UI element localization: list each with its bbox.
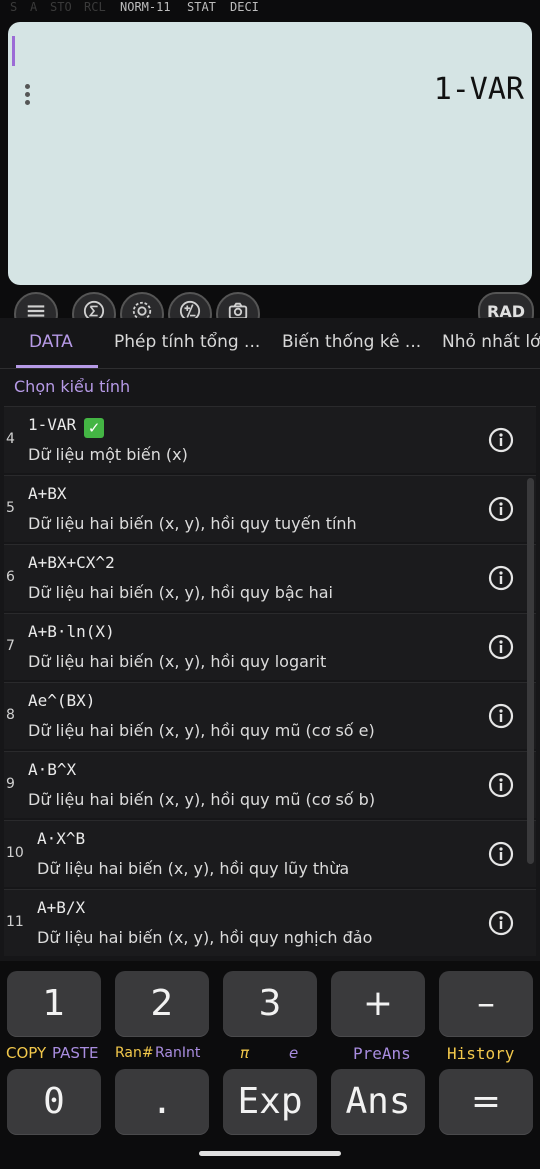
info-icon[interactable] (488, 565, 514, 591)
tab-minmax[interactable]: Nhỏ nhất lớ (442, 332, 540, 352)
key-ans[interactable]: Ans (331, 1069, 425, 1135)
keypad: 1 2 3 + – COPY PASTE Ran# RanInt π e Pre… (0, 961, 540, 1169)
info-icon[interactable] (488, 496, 514, 522)
mode-title: A·B^X (28, 760, 77, 779)
more-options-icon[interactable] (24, 84, 32, 108)
status-norm: NORM-11 (120, 0, 171, 14)
info-icon[interactable] (488, 634, 514, 660)
sigma-icon[interactable] (72, 292, 116, 318)
toolbar: RAD (0, 290, 540, 318)
calculator-display[interactable]: 1-VAR (8, 22, 532, 285)
mode-row-1var[interactable]: 4 1-VAR ✓ Dữ liệu một biến (x) (4, 406, 536, 473)
key-equals[interactable]: = (439, 1069, 533, 1135)
mode-description: Dữ liệu hai biến (x, y), hồi quy logarit (28, 652, 327, 671)
status-deci: DECI (230, 0, 259, 14)
mode-description: Dữ liệu hai biến (x, y), hồi quy mũ (cơ … (28, 790, 376, 809)
secondary-copy: COPY (6, 1044, 47, 1062)
mode-number: 11 (6, 914, 24, 930)
tab-stat-vars[interactable]: Biến thống kê ... (282, 332, 421, 352)
info-icon[interactable] (488, 910, 514, 936)
mode-row-exp-e[interactable]: 8 Ae^(BX) Dữ liệu hai biến (x, y), hồi q… (4, 682, 536, 749)
mode-description: Dữ liệu hai biến (x, y), hồi quy bậc hai (28, 583, 333, 602)
home-indicator[interactable] (199, 1151, 341, 1156)
angle-mode-button[interactable]: RAD (478, 292, 534, 318)
key-minus[interactable]: – (439, 971, 533, 1037)
mode-title: A·X^B (37, 829, 86, 848)
key-3[interactable]: 3 (223, 971, 317, 1037)
mode-row-power[interactable]: 10 A·X^B Dữ liệu hai biến (x, y), hồi qu… (4, 820, 536, 887)
key-exp[interactable]: Exp (223, 1069, 317, 1135)
mode-number: 9 (6, 776, 15, 792)
info-icon[interactable] (488, 703, 514, 729)
mode-description: Dữ liệu hai biến (x, y), hồi quy nghịch … (37, 928, 373, 947)
secondary-ranint: RanInt (155, 1045, 201, 1061)
mode-row-logarithmic[interactable]: 7 A+B·ln(X) Dữ liệu hai biến (x, y), hồi… (4, 613, 536, 680)
status-rcl: RCL (84, 0, 106, 14)
plus-minus-icon[interactable] (168, 292, 212, 318)
tab-bar: DATA Phép tính tổng ... Biến thống kê ..… (0, 318, 540, 369)
mode-title: A+BX+CX^2 (28, 553, 115, 572)
check-icon: ✓ (84, 418, 105, 438)
secondary-e: e (289, 1044, 299, 1062)
mode-title: 1-VAR ✓ (28, 415, 105, 438)
key-2[interactable]: 2 (115, 971, 209, 1037)
mode-title: A+B/X (37, 898, 86, 917)
info-icon[interactable] (488, 427, 514, 453)
key-1[interactable]: 1 (7, 971, 101, 1037)
mode-number: 7 (6, 638, 15, 654)
key-plus[interactable]: + (331, 971, 425, 1037)
key-0[interactable]: 0 (7, 1069, 101, 1135)
mode-number: 10 (6, 845, 24, 861)
active-tab-indicator (16, 365, 98, 368)
tab-data[interactable]: DATA (29, 332, 73, 352)
mode-number: 8 (6, 707, 15, 723)
settings-icon[interactable] (120, 292, 164, 318)
display-text: 1-VAR (433, 72, 524, 107)
mode-description: Dữ liệu hai biến (x, y), hồi quy mũ (cơ … (28, 721, 375, 740)
info-icon[interactable] (488, 772, 514, 798)
mode-description: Dữ liệu hai biến (x, y), hồi quy lũy thừ… (37, 859, 350, 878)
mode-row-quadratic[interactable]: 6 A+BX+CX^2 Dữ liệu hai biến (x, y), hồi… (4, 544, 536, 611)
status-stat: STAT (187, 0, 216, 14)
mode-number: 5 (6, 500, 15, 516)
status-sto: STO (50, 0, 72, 14)
mode-title: A+B·ln(X) (28, 622, 115, 641)
mode-title: Ae^(BX) (28, 691, 96, 710)
secondary-pi: π (240, 1044, 250, 1062)
text-cursor (12, 36, 15, 66)
section-title: Chọn kiểu tính (14, 377, 131, 396)
status-s: S (10, 0, 18, 14)
mode-title: A+BX (28, 484, 67, 503)
secondary-ran: Ran# (115, 1045, 154, 1061)
mode-description: Dữ liệu hai biến (x, y), hồi quy tuyến t… (28, 514, 357, 533)
menu-icon[interactable] (14, 292, 58, 318)
key-decimal[interactable]: . (115, 1069, 209, 1135)
mode-row-linear[interactable]: 5 A+BX Dữ liệu hai biến (x, y), hồi quy … (4, 475, 536, 542)
info-icon[interactable] (488, 841, 514, 867)
secondary-paste: PASTE (52, 1044, 99, 1062)
mode-row-inverse[interactable]: 11 A+B/X Dữ liệu hai biến (x, y), hồi qu… (4, 889, 536, 956)
tab-sum[interactable]: Phép tính tổng ... (114, 332, 260, 352)
mode-description: Dữ liệu một biến (x) (28, 445, 188, 464)
status-a: A (30, 0, 38, 14)
mode-number: 6 (6, 569, 15, 585)
mode-row-exp-b[interactable]: 9 A·B^X Dữ liệu hai biến (x, y), hồi quy… (4, 751, 536, 818)
list-scrollbar[interactable] (527, 478, 534, 864)
stat-mode-panel: DATA Phép tính tổng ... Biến thống kê ..… (0, 318, 540, 961)
mode-number: 4 (6, 431, 15, 447)
camera-icon[interactable] (216, 292, 260, 318)
secondary-history: History (447, 1044, 515, 1063)
status-bar: S A STO RCL NORM-11 STAT DECI (0, 0, 540, 18)
secondary-preans: PreAns (353, 1044, 411, 1063)
